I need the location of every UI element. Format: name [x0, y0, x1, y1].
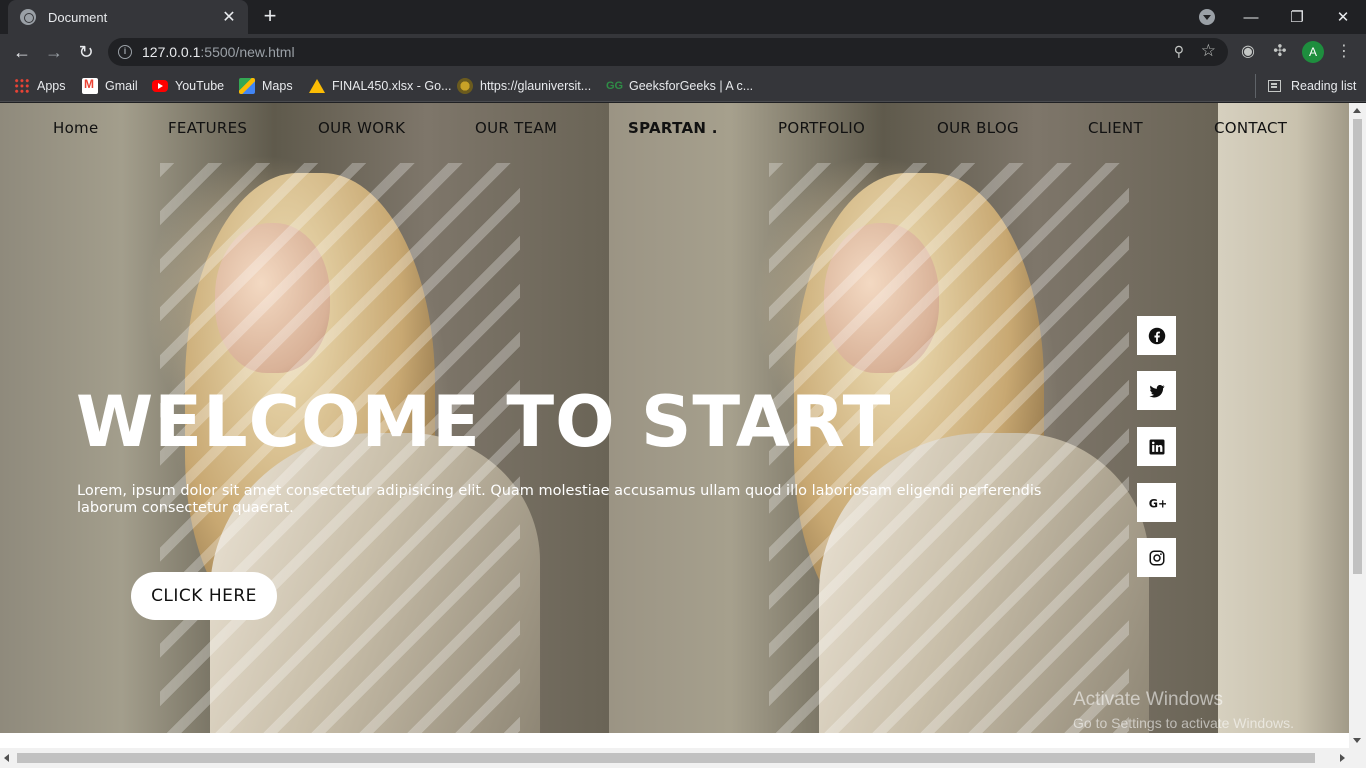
url-host: 127.0.0.1: [142, 44, 201, 60]
puzzle-icon[interactable]: ✣: [1269, 41, 1291, 63]
address-bar[interactable]: i 127.0.0.1:5500/new.html ⚲ ☆: [108, 38, 1228, 66]
minimize-button[interactable]: —: [1228, 9, 1274, 26]
nav-home[interactable]: Home: [53, 119, 99, 137]
bookmark-maps[interactable]: Maps: [239, 77, 293, 95]
nav-our-team[interactable]: OUR TEAM: [475, 119, 557, 137]
scroll-down-arrow-icon[interactable]: [1353, 738, 1361, 743]
bookmark-final450[interactable]: FINAL450.xlsx - Go...: [309, 77, 451, 95]
maps-icon: [239, 78, 255, 94]
google-plus-button[interactable]: G+: [1137, 483, 1176, 522]
watermark-title: Activate Windows: [1073, 689, 1223, 710]
nav-contact[interactable]: CONTACT: [1214, 119, 1287, 137]
bookmark-geeksforgeeks[interactable]: GG GeeksforGeeks | A c...: [606, 77, 753, 95]
browser-toolbar: ← → ↻ i 127.0.0.1:5500/new.html ⚲ ☆ ◉ ✣ …: [0, 34, 1366, 70]
instagram-icon: [1149, 550, 1164, 565]
hero-title: WELCOME TO START: [76, 381, 892, 463]
bookmark-gmail[interactable]: Gmail: [82, 77, 138, 95]
tab-strip: Document ✕ + — ❐ ✕: [0, 0, 1366, 34]
menu-icon[interactable]: ⋮: [1333, 41, 1355, 63]
page-bottom-strip: [0, 733, 1349, 748]
horizontal-scrollbar[interactable]: [0, 748, 1366, 768]
profile-avatar[interactable]: A: [1302, 41, 1324, 63]
bookmark-apps[interactable]: Apps: [14, 77, 66, 95]
restore-button[interactable]: ❐: [1274, 8, 1320, 26]
bookmark-glauniversity[interactable]: https://glauniversit...: [457, 77, 591, 95]
bookmark-star-icon[interactable]: ☆: [1201, 41, 1216, 61]
tab-search-icon[interactable]: [1199, 9, 1215, 25]
watermark-subtitle: Go to Settings to activate Windows.: [1073, 715, 1294, 731]
facebook-icon: [1148, 327, 1165, 344]
window-controls: — ❐ ✕: [1228, 0, 1366, 34]
vertical-scroll-thumb[interactable]: [1353, 119, 1362, 574]
click-here-button[interactable]: CLICK HERE: [131, 572, 277, 620]
scroll-right-arrow-icon[interactable]: [1340, 754, 1345, 762]
close-tab-icon[interactable]: ✕: [220, 7, 238, 27]
web-page: Home FEATURES OUR WORK OUR TEAM SPARTAN …: [0, 103, 1349, 733]
forward-button[interactable]: →: [42, 40, 66, 64]
nav-our-blog[interactable]: OUR BLOG: [937, 119, 1019, 137]
url-path: :5500/new.html: [200, 44, 295, 60]
bookmark-label: Maps: [262, 79, 293, 93]
bookmark-youtube[interactable]: YouTube: [152, 77, 224, 95]
tab-document[interactable]: Document ✕: [8, 0, 248, 34]
nav-our-work[interactable]: OUR WORK: [318, 119, 405, 137]
new-tab-button[interactable]: +: [258, 5, 282, 29]
horizontal-scroll-thumb[interactable]: [17, 753, 1315, 763]
apps-grid-icon: [14, 78, 30, 94]
university-icon: [457, 78, 473, 94]
youtube-icon: [152, 80, 168, 92]
bookmark-label: Gmail: [105, 79, 138, 93]
drive-icon: [309, 79, 325, 93]
linkedin-button[interactable]: [1137, 427, 1176, 466]
instagram-button[interactable]: [1137, 538, 1176, 577]
reload-button[interactable]: ↻: [74, 40, 98, 64]
hero-description: Lorem, ipsum dolor sit amet consectetur …: [77, 483, 1042, 516]
reading-list-label: Reading list: [1291, 79, 1357, 93]
facebook-button[interactable]: [1137, 316, 1176, 355]
geeksforgeeks-icon: GG: [606, 80, 624, 92]
scroll-left-arrow-icon[interactable]: [4, 754, 9, 762]
twitter-icon: [1149, 384, 1164, 397]
nav-portfolio[interactable]: PORTFOLIO: [778, 119, 865, 137]
bookmarks-bar: Apps Gmail YouTube Maps FINAL450.xlsx - …: [0, 70, 1366, 102]
bookmark-label: Apps: [37, 79, 66, 93]
site-info-icon[interactable]: i: [118, 45, 132, 59]
zoom-icon[interactable]: ⚲: [1174, 43, 1184, 60]
bookmark-label: GeeksforGeeks | A c...: [629, 79, 754, 93]
gmail-icon: [82, 77, 98, 94]
svg-text:G+: G+: [1148, 497, 1165, 510]
google-plus-icon: G+: [1148, 497, 1165, 510]
linkedin-icon: [1149, 439, 1164, 454]
main-navigation: Home FEATURES OUR WORK OUR TEAM SPARTAN …: [0, 103, 1349, 153]
twitter-button[interactable]: [1137, 371, 1176, 410]
close-window-button[interactable]: ✕: [1320, 8, 1366, 26]
url-text[interactable]: 127.0.0.1:5500/new.html: [142, 44, 295, 60]
vertical-scrollbar[interactable]: [1349, 103, 1366, 748]
bookmark-label: https://glauniversit...: [480, 79, 592, 93]
scroll-up-arrow-icon[interactable]: [1353, 108, 1361, 113]
tab-title: Document: [48, 9, 108, 25]
bookmark-label: FINAL450.xlsx - Go...: [332, 79, 452, 93]
back-button[interactable]: ←: [10, 40, 34, 64]
globe-icon: [20, 9, 36, 25]
nav-client[interactable]: CLIENT: [1088, 119, 1143, 137]
brand-logo[interactable]: SPARTAN .: [628, 119, 718, 137]
nav-features[interactable]: FEATURES: [168, 119, 247, 137]
reading-list-icon: [1268, 80, 1281, 92]
extension-icon[interactable]: ◉: [1237, 41, 1259, 63]
activate-windows-watermark: Activate Windows Go to Settings to activ…: [1073, 689, 1294, 731]
reading-list-button[interactable]: Reading list: [1255, 74, 1356, 98]
hero-background-image-edge: [1218, 103, 1349, 733]
bookmark-label: YouTube: [175, 79, 225, 93]
